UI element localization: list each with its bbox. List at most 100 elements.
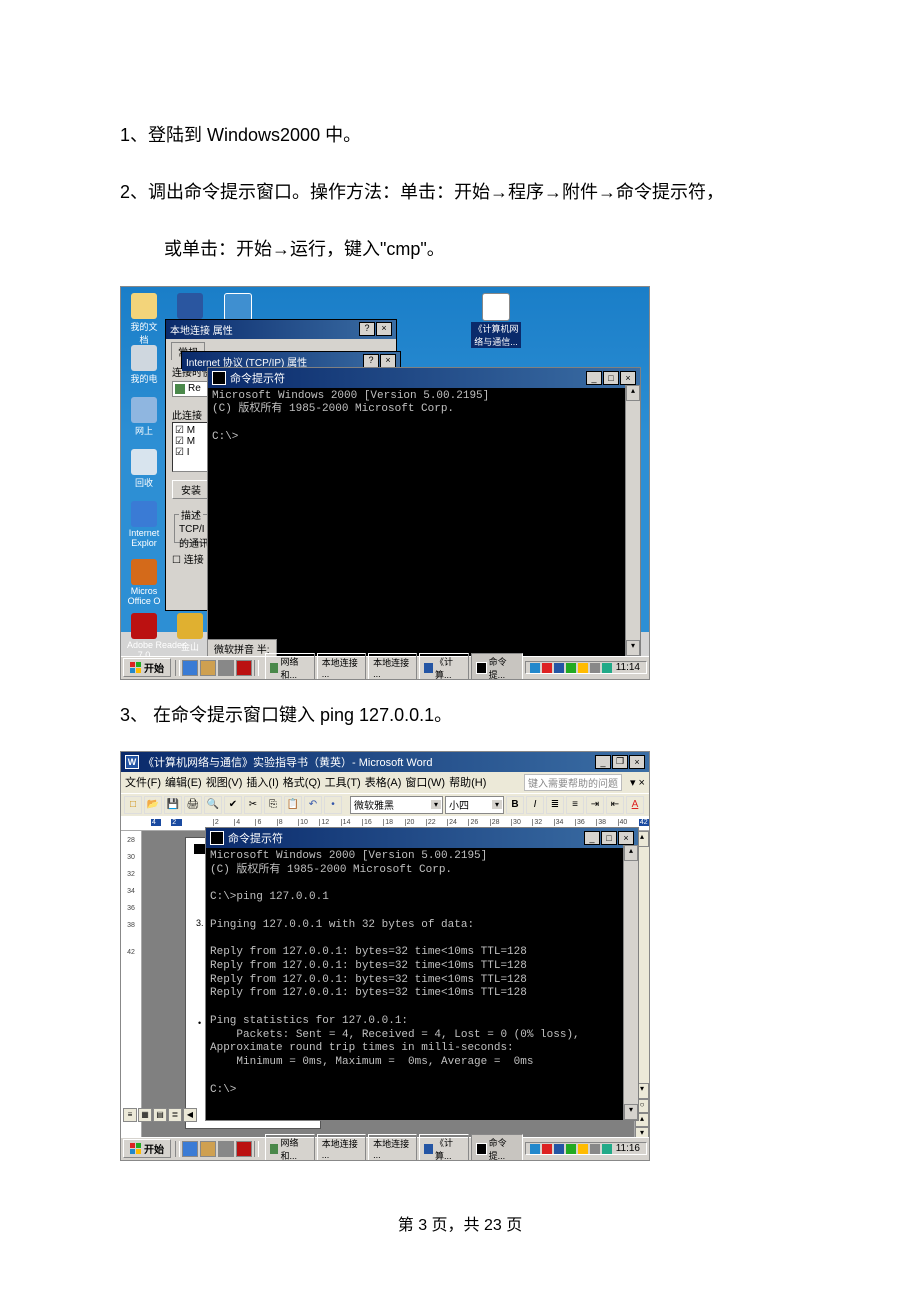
close-icon[interactable]: × [620,371,636,385]
menu-tools[interactable]: 工具(T) [325,774,361,790]
restore-icon[interactable]: ❐ [612,755,628,769]
taskbar-item-active[interactable]: 命令提... [471,653,522,680]
save-icon[interactable]: 💾 [164,796,182,814]
cmd-titlebar[interactable]: 命令提示符 _ □ × [208,368,640,388]
ql-app-icon[interactable] [236,1141,252,1157]
undo-icon[interactable]: ↶ [304,796,322,814]
cmd-titlebar[interactable]: 命令提示符 _ □ × [206,828,638,848]
bold-icon[interactable]: B [506,796,524,814]
tray-icon[interactable] [542,663,552,673]
taskbar-item[interactable]: 《计算... [419,1134,469,1161]
copy-icon[interactable]: ⎘ [264,796,282,814]
tray-icon[interactable] [590,1144,600,1154]
scroll-up-icon[interactable]: ▴ [624,845,638,861]
menu-edit[interactable]: 编辑(E) [165,774,202,790]
menu-format[interactable]: 格式(Q) [283,774,321,790]
tray-icon[interactable] [554,1144,564,1154]
show-icon-check[interactable]: 连接 [184,555,204,566]
tray-icon[interactable] [566,1144,576,1154]
desktop-icon-adobe[interactable]: Adobe Reader 7.0 [127,613,161,660]
desktop-icon-ie[interactable]: Internet Explor [127,501,161,548]
maximize-icon[interactable]: □ [601,831,617,845]
desktop-icon-recycle[interactable]: 回收 [127,449,161,489]
desktop-icon-jinshan[interactable]: 金山 [173,613,207,653]
tray-icon[interactable] [590,663,600,673]
menu-table[interactable]: 表格(A) [365,774,402,790]
close-icon[interactable]: × [380,354,396,368]
view-web-icon[interactable]: ▦ [138,1108,152,1122]
font-color-icon[interactable]: A [626,796,644,814]
taskbar-item[interactable]: 《计算... [419,653,469,680]
open-icon[interactable]: 📂 [144,796,162,814]
cmd-terminal[interactable]: Microsoft Windows 2000 [Version 5.00.219… [206,848,638,1100]
ql-app-icon[interactable] [236,660,252,676]
preview-icon[interactable]: 🔍 [204,796,222,814]
install-button[interactable]: 安装 [172,480,210,499]
size-combo[interactable]: 小四 [445,796,504,814]
taskbar-item[interactable]: 本地连接 ... [317,1134,366,1161]
tray-icon[interactable] [602,663,612,673]
tray-icon[interactable] [578,663,588,673]
view-reading-icon[interactable]: ◀ [183,1108,197,1122]
maximize-icon[interactable]: □ [603,371,619,385]
outdent-icon[interactable]: ⇤ [606,796,624,814]
dialog-titlebar[interactable]: 本地连接 属性 ? × [166,320,396,339]
word-titlebar[interactable]: W 《计算机网络与通信》实验指导书（黄英）- Microsoft Word _ … [121,752,649,772]
tray-icon[interactable] [566,663,576,673]
menu-help[interactable]: 帮助(H) [449,774,486,790]
menu-view[interactable]: 视图(V) [206,774,243,790]
menu-insert[interactable]: 插入(I) [246,774,278,790]
minimize-icon[interactable]: _ [586,371,602,385]
view-print-icon[interactable]: ▤ [153,1108,167,1122]
taskbar-item[interactable]: 网络和... [265,653,315,680]
taskbar-item[interactable]: 本地连接 ... [368,1134,417,1161]
desktop-icon-mydocs[interactable]: 我的文档 [127,293,161,346]
minimize-icon[interactable]: _ [584,831,600,845]
ql-outlook-icon[interactable] [200,660,216,676]
help-search-box[interactable]: 键入需要帮助的问题 [524,774,622,791]
spell-icon[interactable]: ✔ [224,796,242,814]
print-icon[interactable]: 🖨 [184,796,202,814]
ruler-vertical[interactable]: 28 30 32 34 36 38 42 [121,831,142,1141]
close-icon[interactable]: × [618,831,634,845]
desktop-icon-office[interactable]: Micros Office O [127,559,161,606]
tray-icon[interactable] [530,1144,540,1154]
desktop-icon-textdoc[interactable]: 《计算机网络与通信... [471,293,521,348]
ql-ie-icon[interactable] [182,1141,198,1157]
taskbar-item[interactable]: 本地连接 ... [317,653,366,680]
list-icon[interactable]: ≡ [566,796,584,814]
desktop-icon-app2[interactable] [221,293,255,322]
ql-outlook-icon[interactable] [200,1141,216,1157]
view-normal-icon[interactable]: ≡ [123,1108,137,1122]
taskbar-item[interactable]: 本地连接 ... [368,653,417,680]
close-icon[interactable]: × [376,322,392,336]
italic-icon[interactable]: I [526,796,544,814]
new-icon[interactable]: □ [124,796,142,814]
window-command-prompt[interactable]: 命令提示符 _ □ × Microsoft Windows 2000 [Vers… [207,367,641,657]
scroll-down-icon[interactable]: ▾ [626,640,640,656]
help-icon[interactable]: ? [359,322,375,336]
ql-desktop-icon[interactable] [218,1141,234,1157]
menu-window[interactable]: 窗口(W) [405,774,445,790]
desktop-icon-network[interactable]: 网上 [127,397,161,437]
tray-icon[interactable] [530,663,540,673]
scrollbar[interactable]: ▴ ▾ [623,845,638,1120]
close-icon[interactable]: × [629,755,645,769]
tray-icon[interactable] [602,1144,612,1154]
ql-desktop-icon[interactable] [218,660,234,676]
view-outline-icon[interactable]: ≣ [168,1108,182,1122]
start-button[interactable]: 开始 [123,658,171,677]
tray-icon[interactable] [542,1144,552,1154]
help-icon[interactable]: ? [363,354,379,368]
start-button[interactable]: 开始 [123,1139,171,1158]
tray-icon[interactable] [554,663,564,673]
tray-icon[interactable] [578,1144,588,1154]
desktop-icon-app1[interactable] [173,293,207,320]
window-command-prompt[interactable]: 命令提示符 _ □ × Microsoft Windows 2000 [Vers… [205,827,639,1121]
taskbar-item-active[interactable]: 命令提... [471,1134,522,1161]
menu-file[interactable]: 文件(F) [125,774,161,790]
cut-icon[interactable]: ✂ [244,796,262,814]
scrollbar[interactable]: ▴ ▾ [625,385,640,656]
ql-ie-icon[interactable] [182,660,198,676]
align-icon[interactable]: ≣ [546,796,564,814]
